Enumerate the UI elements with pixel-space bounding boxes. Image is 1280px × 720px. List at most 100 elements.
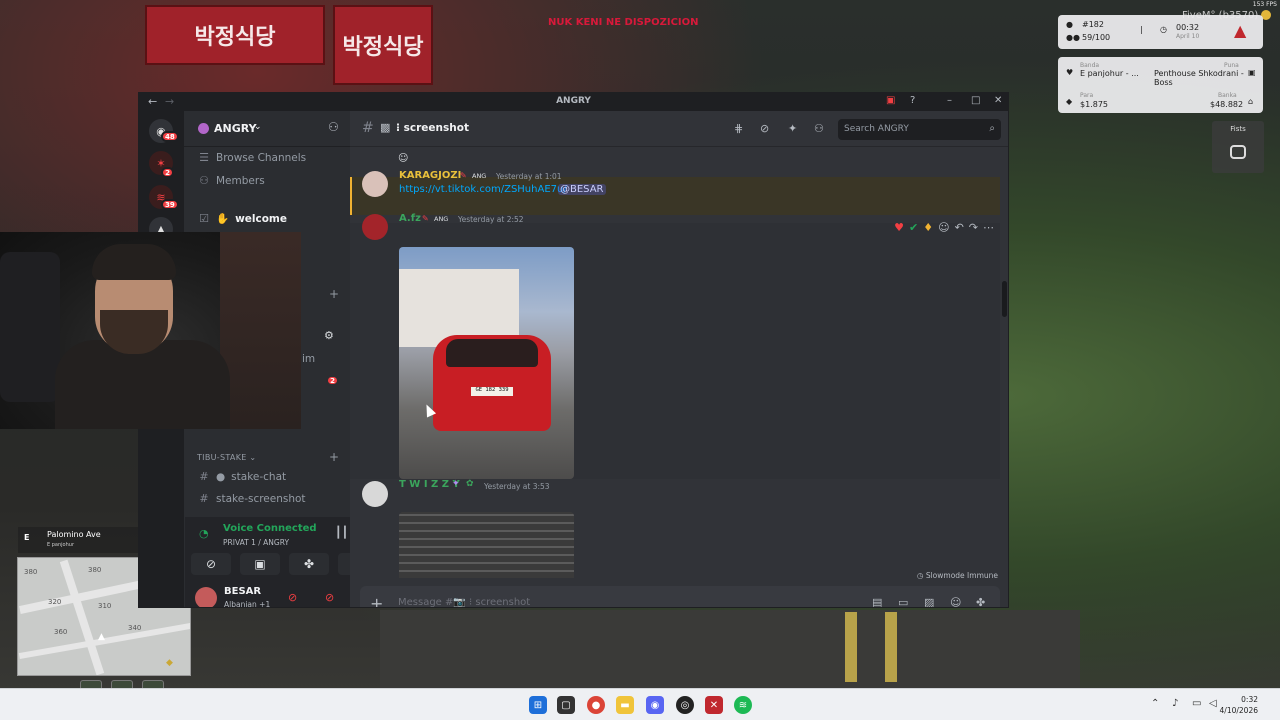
message-image[interactable]: GE 182 339 — [399, 247, 574, 479]
display-icon[interactable]: ▭ — [1192, 698, 1201, 709]
channel-partial[interactable]: im — [302, 353, 315, 365]
para-value: $1.875 — [1080, 100, 1108, 109]
banka-value: $48.882 — [1210, 100, 1244, 109]
apps-icon[interactable]: ✤ — [976, 596, 985, 607]
channel-stake-screenshot[interactable]: # stake-screenshot — [198, 492, 305, 505]
activities-button[interactable]: ✤ — [289, 553, 329, 575]
deafen-icon[interactable]: ⊘ — [325, 591, 334, 604]
message-author[interactable]: A.fz — [399, 213, 421, 224]
road-line — [845, 612, 857, 682]
message-author[interactable]: KARAGJOZI — [399, 170, 461, 181]
channel-welcome[interactable]: ☑ ✋ welcome — [198, 212, 287, 225]
pin-icon[interactable]: ✦ — [788, 122, 797, 135]
message-image[interactable] — [399, 512, 574, 578]
spotify-icon[interactable]: ≋ — [734, 696, 752, 714]
channel-badge: 2 — [326, 375, 339, 386]
search-input[interactable]: Search ANGRY ⌕ — [838, 119, 1001, 140]
file-explorer-icon[interactable]: ▬ — [616, 696, 634, 714]
chat-header: # ▩ ⁝ screenshot ⋕ ⊘ ✦ ⚇ Search ANGRY ⌕ — [350, 111, 1008, 147]
gif-icon[interactable]: ▭ — [898, 596, 908, 607]
message-link[interactable]: https://vt.tiktok.com/ZSHuhAE7u/ — [399, 184, 567, 195]
heart-icon: ♥ — [1066, 68, 1074, 77]
chrome-icon[interactable]: ● — [587, 696, 605, 714]
microphone-icon[interactable]: ♪ — [1172, 698, 1178, 709]
screen-share-button[interactable]: ▣ — [240, 553, 280, 575]
inbox-icon[interactable]: ▣ — [886, 95, 895, 106]
map-road — [59, 559, 105, 675]
fps-counter: 153 FPS — [1252, 1, 1277, 8]
message-composer[interactable]: + Message #📷 ⁝ screenshot ▤ ▭ ▨ ☺ ✤ — [360, 586, 1000, 607]
bank-icon: ⌂ — [1248, 97, 1254, 106]
banda-value: E panjohur - ... — [1080, 69, 1139, 78]
avatar[interactable] — [362, 171, 388, 197]
camera-off-button[interactable]: ⊘ — [191, 553, 231, 575]
forward-icon[interactable]: ↷ — [969, 221, 978, 234]
task-view-icon[interactable]: ▢ — [557, 696, 575, 714]
avatar[interactable] — [362, 214, 388, 240]
user-status: Albanian +1 — [224, 600, 271, 608]
add-channel-icon[interactable]: + — [329, 450, 339, 464]
minimize-button[interactable]: – — [947, 95, 952, 106]
start-icon[interactable]: ⊞ — [529, 696, 547, 714]
channel-stake-chat[interactable]: # ● stake-chat — [198, 470, 286, 483]
fire-reaction-icon[interactable]: ♦ — [923, 221, 933, 234]
browse-channels-item[interactable]: ☰ Browse Channels — [198, 151, 306, 164]
add-friend-icon[interactable]: ⚇ — [328, 120, 339, 134]
message-author[interactable]: T W I Z Z Y — [399, 479, 460, 490]
app-icon[interactable]: ✕ — [705, 696, 723, 714]
threads-icon[interactable]: ⋕ — [734, 122, 743, 135]
maximize-button[interactable]: □ — [971, 95, 980, 106]
category-label: TIBU-STAKE — [197, 453, 247, 462]
system-clock[interactable]: 0:32 4/10/2026 — [1220, 694, 1258, 716]
message-tag: ANG — [472, 172, 487, 180]
obs-icon[interactable]: ◎ — [676, 696, 694, 714]
sticker-icon[interactable]: ▨ — [924, 596, 934, 607]
notifications-off-icon[interactable]: ⊘ — [760, 122, 769, 135]
add-reaction-icon[interactable]: ☺ — [938, 221, 949, 234]
message-input[interactable]: Message #📷 ⁝ screenshot — [398, 597, 530, 607]
voice-status[interactable]: Voice Connected — [223, 523, 317, 534]
add-attachment-icon[interactable]: + — [370, 594, 383, 607]
scrollbar[interactable] — [1002, 281, 1007, 317]
puna-value: Penthouse Shkodrani - Boss — [1154, 69, 1244, 87]
user-avatar[interactable] — [195, 587, 217, 607]
channel-settings-icon[interactable]: ⚙ — [324, 329, 334, 342]
emoji-icon[interactable]: ☺ — [950, 596, 961, 607]
image-license-plate: GE 182 339 — [471, 387, 513, 396]
volume-icon[interactable]: ◁ — [1209, 698, 1217, 709]
chevron-up-icon[interactable]: ⌃ — [1151, 698, 1159, 709]
member-list-icon[interactable]: ⚇ — [814, 122, 824, 135]
discord-icon[interactable]: ◉ — [646, 696, 664, 714]
message-highlighted — [350, 177, 1000, 215]
close-button[interactable]: ✕ — [994, 95, 1002, 106]
emoji-reaction-icon[interactable]: ☺ — [398, 153, 408, 164]
weapon-panel: Fists — [1212, 121, 1264, 173]
add-channel-icon[interactable]: + — [329, 287, 339, 301]
category-tibu-stake[interactable]: TIBU-STAKE ⌄ — [197, 453, 256, 462]
mic-muted-icon[interactable]: ⊘ — [288, 591, 297, 604]
heart-reaction-icon[interactable]: ♥ — [894, 221, 904, 234]
hash-icon: # — [362, 120, 374, 136]
signal-icon: ◔ — [199, 527, 209, 540]
map-number: 380 — [24, 568, 38, 576]
restaurant-sign: 박정식당 — [145, 5, 325, 65]
voice-channel[interactable]: PRIVAT 1 / ANGRY — [223, 538, 289, 547]
members-item[interactable]: ⚇ Members — [198, 174, 265, 187]
more-icon[interactable]: ⋯ — [983, 221, 994, 234]
user-name[interactable]: BESAR — [224, 586, 261, 597]
avatar[interactable] — [362, 481, 388, 507]
server-header[interactable]: ANGRY ⌄ ⚇ — [184, 111, 350, 147]
help-icon[interactable]: ? — [910, 95, 915, 106]
reply-icon[interactable]: ↶ — [955, 221, 964, 234]
gift-icon[interactable]: ▤ — [872, 596, 882, 607]
message-mention[interactable]: @BESAR — [558, 184, 606, 195]
webcam-person-hair — [92, 244, 176, 280]
server-name: ANGRY — [214, 122, 257, 135]
restaurant-sign: 박정식당 — [333, 5, 433, 85]
webcam-wall — [220, 232, 301, 429]
street-name: Palomino Ave — [47, 530, 101, 539]
zone-name: E panjohur — [47, 542, 74, 548]
compass-direction: E — [24, 533, 30, 542]
check-reaction-icon[interactable]: ✔ — [909, 221, 918, 234]
money-icon: ◆ — [1066, 97, 1073, 106]
